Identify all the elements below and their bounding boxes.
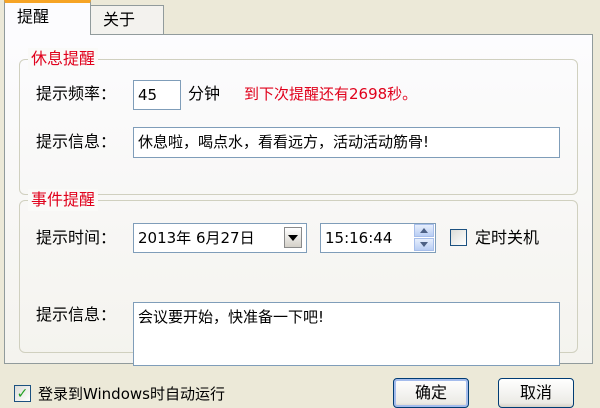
event-reminder-group: 事件提醒 提示时间： 2013年 6月27日 15:16:44 定时关机 提示信… (19, 189, 578, 366)
frequency-label: 提示频率： (36, 84, 117, 103)
chevron-down-icon (288, 234, 298, 241)
time-spinner-up[interactable] (414, 224, 434, 237)
event-reminder-title: 事件提醒 (28, 189, 99, 211)
cancel-button[interactable]: 取消 (498, 378, 574, 408)
time-picker-value: 15:16:44 (325, 229, 393, 247)
date-picker[interactable]: 2013年 6月27日 (133, 223, 307, 253)
shutdown-label: 定时关机 (475, 228, 540, 247)
event-message-input[interactable]: 会议要开始，快准备一下吧! (133, 302, 560, 366)
tab-about[interactable]: 关于 (90, 5, 164, 34)
autostart-label: 登录到Windows时自动运行 (38, 385, 225, 403)
arrow-up-icon (420, 228, 428, 233)
time-spinner[interactable] (414, 224, 434, 252)
time-spinner-down[interactable] (414, 238, 434, 251)
event-message-label: 提示信息： (36, 305, 117, 324)
autostart-checkbox[interactable]: ✓ (14, 385, 31, 402)
ok-button[interactable]: 确定 (393, 378, 469, 408)
rest-message-input[interactable]: 休息啦，喝点水，看看远方，活动活动筋骨! (133, 127, 560, 158)
shutdown-checkbox[interactable] (450, 229, 467, 246)
countdown-text: 到下次提醒还有2698秒。 (244, 85, 418, 103)
arrow-down-icon (420, 242, 428, 247)
rest-reminder-group: 休息提醒 提示频率： 45 分钟 到下次提醒还有2698秒。 提示信息： 休息啦… (19, 48, 578, 195)
rest-reminder-title: 休息提醒 (28, 48, 99, 70)
frequency-unit-label: 分钟 (188, 84, 221, 103)
date-picker-value: 2013年 6月27日 (138, 229, 255, 247)
checkmark-icon: ✓ (16, 385, 29, 402)
date-picker-dropdown-button[interactable] (284, 227, 302, 248)
event-time-label: 提示时间： (36, 228, 117, 247)
frequency-input[interactable]: 45 (133, 80, 181, 110)
tab-panel-reminder: 休息提醒 提示频率： 45 分钟 到下次提醒还有2698秒。 提示信息： 休息啦… (4, 34, 593, 366)
rest-message-label: 提示信息： (36, 132, 117, 151)
tab-reminder[interactable]: 提醒 (4, 0, 91, 35)
tab-reminder-label: 提醒 (17, 7, 50, 26)
tab-about-label: 关于 (103, 10, 136, 29)
